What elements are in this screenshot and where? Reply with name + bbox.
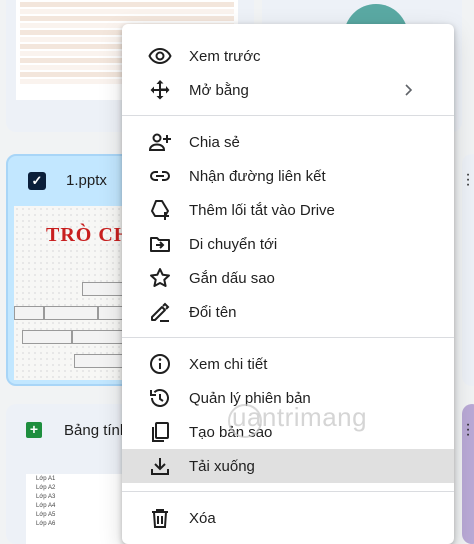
eye-icon	[147, 43, 173, 69]
star-icon	[147, 265, 173, 291]
move-to-folder-icon	[147, 231, 173, 257]
menu-item-open-with[interactable]: Mở bằng	[122, 73, 454, 107]
sheet-cell: Lớp A1	[36, 476, 56, 482]
file-name: Bảng tính	[64, 422, 129, 439]
menu-item-preview[interactable]: Xem trước	[122, 39, 454, 73]
menu-item-details[interactable]: Xem chi tiết	[122, 347, 454, 381]
person-add-icon	[147, 129, 173, 155]
menu-item-share[interactable]: Chia sẻ	[122, 125, 454, 159]
menu-item-label: Tải xuống	[189, 457, 255, 475]
file-name: 1.pptx	[66, 172, 107, 189]
copy-icon	[147, 419, 173, 445]
link-icon	[147, 163, 173, 189]
context-menu: Xem trước Mở bằng Chia sẻ Nhận đường liê…	[122, 24, 454, 544]
sheet-cell: Lớp A2	[36, 485, 56, 491]
sheet-cell: Lớp A4	[36, 503, 56, 509]
more-options-icon[interactable]: · · ·	[465, 167, 471, 193]
menu-item-make-copy[interactable]: Tạo bản sao	[122, 415, 454, 449]
menu-item-label: Di chuyển tới	[189, 235, 278, 253]
menu-divider	[122, 337, 454, 338]
sheet-cell: Lớp A5	[36, 512, 56, 518]
rename-pencil-icon	[147, 299, 173, 325]
menu-item-move-to[interactable]: Di chuyển tới	[122, 227, 454, 261]
menu-item-label: Xem trước	[189, 47, 261, 65]
add-shortcut-icon	[147, 197, 173, 223]
download-icon	[147, 453, 173, 479]
menu-item-add-shortcut[interactable]: Thêm lối tắt vào Drive	[122, 193, 454, 227]
watermark-logo-icon	[228, 404, 262, 438]
menu-item-manage-versions[interactable]: Quản lý phiên bản	[122, 381, 454, 415]
info-icon	[147, 351, 173, 377]
sheet-cell: Lớp A3	[36, 494, 56, 500]
menu-item-label: Mở bằng	[189, 81, 249, 99]
chevron-right-icon	[400, 82, 416, 98]
menu-item-label: Gắn dấu sao	[189, 269, 275, 287]
history-icon	[147, 385, 173, 411]
menu-item-label: Thêm lối tắt vào Drive	[189, 201, 335, 219]
menu-item-download[interactable]: Tải xuống	[122, 449, 454, 483]
menu-item-get-link[interactable]: Nhận đường liên kết	[122, 159, 454, 193]
selected-checkbox[interactable]: ✓	[28, 172, 46, 190]
more-options-icon[interactable]: · · ·	[465, 417, 471, 443]
menu-item-star[interactable]: Gắn dấu sao	[122, 261, 454, 295]
menu-item-label: Xóa	[189, 509, 216, 527]
open-with-icon	[147, 77, 173, 103]
menu-item-label: Chia sẻ	[189, 133, 240, 151]
trash-icon	[147, 505, 173, 531]
menu-item-label: Xem chi tiết	[189, 355, 268, 373]
menu-item-label: Đổi tên	[189, 303, 237, 321]
menu-item-rename[interactable]: Đổi tên	[122, 295, 454, 329]
menu-divider	[122, 491, 454, 492]
menu-divider	[122, 115, 454, 116]
sheet-cell: Lớp A6	[36, 521, 56, 527]
menu-item-label: Nhận đường liên kết	[189, 167, 326, 185]
google-sheets-icon: +	[26, 422, 42, 438]
